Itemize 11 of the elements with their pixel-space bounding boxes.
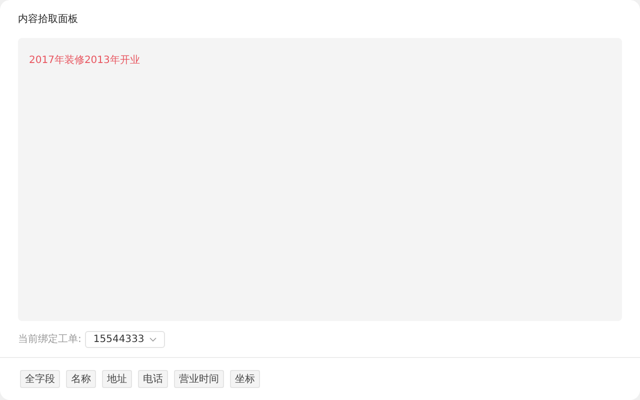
field-tag[interactable]: 名称 xyxy=(66,370,96,388)
content-text: 2017年装修2013年开业 xyxy=(29,55,140,66)
field-tag[interactable]: 电话 xyxy=(138,370,168,388)
chevron-down-icon xyxy=(149,336,158,342)
field-tag[interactable]: 坐标 xyxy=(230,370,260,388)
binding-label: 当前绑定工单: xyxy=(18,332,82,346)
order-select[interactable]: 15544333 xyxy=(85,330,166,348)
field-tag[interactable]: 营业时间 xyxy=(174,370,224,388)
panel-title: 内容拾取面板 xyxy=(18,12,79,27)
field-tag[interactable]: 地址 xyxy=(102,370,132,388)
field-tag[interactable]: 全字段 xyxy=(20,370,60,388)
